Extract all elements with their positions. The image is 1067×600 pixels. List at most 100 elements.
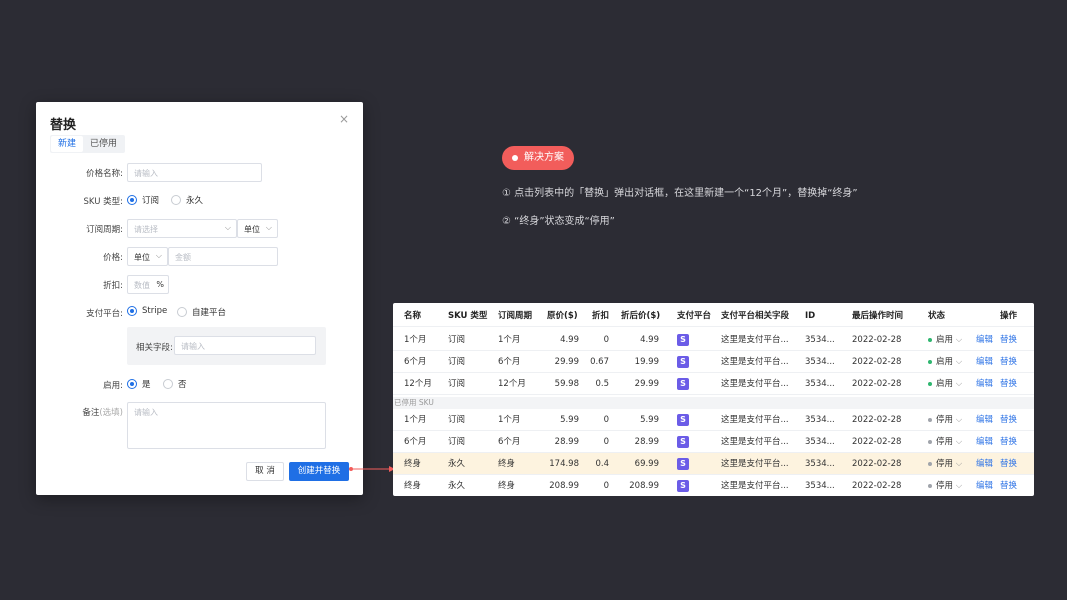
stripe-logo: S xyxy=(677,458,689,470)
edit-link[interactable]: 编辑 xyxy=(976,409,993,431)
tab-new[interactable]: 新建 xyxy=(51,136,84,152)
header-period: 订阅周期 xyxy=(498,311,533,321)
status-dot-icon xyxy=(928,359,932,364)
create-and-replace-button[interactable]: 创建并替换 xyxy=(289,462,349,481)
status-text: 启用 xyxy=(936,379,954,389)
replace-link[interactable]: 替换 xyxy=(1000,329,1017,351)
price-label: 价格: xyxy=(103,253,123,263)
replace-link[interactable]: 替换 xyxy=(1000,453,1017,475)
disabled-section-bar: 已停用 SKU xyxy=(393,397,1034,409)
edit-link[interactable]: 编辑 xyxy=(976,351,993,373)
header-discount: 折扣 xyxy=(592,311,610,321)
status-text: 停用 xyxy=(936,481,954,491)
cell-id: 3534... xyxy=(805,357,835,367)
replace-link[interactable]: 替换 xyxy=(1000,351,1017,373)
sku-type-option-permanent: 永久 xyxy=(186,196,204,206)
cancel-button[interactable]: 取 消 xyxy=(246,462,284,481)
cell-type: 订阅 xyxy=(448,437,466,447)
cell-id: 3534... xyxy=(805,379,835,389)
stripe-logo: S xyxy=(677,378,689,390)
replace-link[interactable]: 替换 xyxy=(1000,409,1017,431)
status-dropdown[interactable]: 停用 ⌵ xyxy=(928,475,962,496)
radio-checked-icon xyxy=(127,379,137,389)
cell-period: 1个月 xyxy=(498,335,521,345)
dialog-tabs: 新建 已停用 xyxy=(50,135,126,153)
close-icon[interactable]: × xyxy=(339,112,349,126)
cell-discount: 0.4 xyxy=(595,459,609,469)
cell-time: 2022-02-28 xyxy=(852,415,902,425)
chevron-down-icon: ⌵ xyxy=(265,223,272,232)
cell-time: 2022-02-28 xyxy=(852,335,902,345)
cell-type: 订阅 xyxy=(448,415,466,425)
price-amount-input[interactable]: 金额 xyxy=(168,247,278,266)
cell-price: 29.99 xyxy=(554,357,579,367)
sku-type-label: SKU 类型: xyxy=(83,197,123,207)
cell-discount: 0 xyxy=(603,437,609,447)
table-row: 1个月 订阅 1个月 5.99 0 5.99 这里是支付平台... 3534... 2022-0… xyxy=(393,409,1034,431)
platform-label: 支付平台: xyxy=(86,309,123,319)
related-field-input[interactable]: 请输入 xyxy=(174,336,316,355)
cell-price: 4.99 xyxy=(560,335,579,345)
cell-time: 2022-02-28 xyxy=(852,459,902,469)
edit-link[interactable]: 编辑 xyxy=(976,453,993,475)
solution-tag: 解决方案 xyxy=(502,146,574,170)
status-dropdown[interactable]: 启用 ⌵ xyxy=(928,351,962,373)
status-text: 停用 xyxy=(936,437,954,447)
sku-type-radio-permanent[interactable]: 永久 xyxy=(171,194,203,206)
header-id: ID xyxy=(805,311,816,321)
edit-link[interactable]: 编辑 xyxy=(976,373,993,395)
edit-link[interactable]: 编辑 xyxy=(976,475,993,496)
header-final-price: 折后价($) xyxy=(621,311,661,321)
header-platform: 支付平台 xyxy=(677,311,712,321)
platform-radio-self[interactable]: 自建平台 xyxy=(177,306,226,318)
cell-price: 59.98 xyxy=(554,379,579,389)
connector-arrow xyxy=(349,466,395,472)
enabled-radio-no[interactable]: 否 xyxy=(163,378,187,390)
status-dot-icon xyxy=(928,439,932,444)
status-dropdown[interactable]: 停用 ⌵ xyxy=(928,453,962,475)
cell-price: 28.99 xyxy=(554,437,579,447)
sku-type-radio-subscribe[interactable]: 订阅 xyxy=(127,194,159,206)
edit-link[interactable]: 编辑 xyxy=(976,329,993,351)
radio-unchecked-icon xyxy=(163,379,173,389)
price-name-input[interactable]: 请输入 xyxy=(127,163,262,182)
replace-link[interactable]: 替换 xyxy=(1000,373,1017,395)
table-row: 1个月 订阅 1个月 4.99 0 4.99 这里是支付平台... 3534... 2022-0… xyxy=(393,329,1034,351)
status-dot-icon xyxy=(928,461,932,466)
header-last-time: 最后操作时间 xyxy=(852,311,904,321)
status-dot-icon xyxy=(928,337,932,342)
cell-time: 2022-02-28 xyxy=(852,357,902,367)
status-dropdown[interactable]: 启用 ⌵ xyxy=(928,373,962,395)
replace-link[interactable]: 替换 xyxy=(1000,475,1017,496)
cell-type: 订阅 xyxy=(448,357,466,367)
status-dropdown[interactable]: 启用 ⌵ xyxy=(928,329,962,351)
enabled-radio-yes[interactable]: 是 xyxy=(127,378,151,390)
table-row: 12个月 订阅 12个月 59.98 0.5 29.99 这里是支付平台... 3534...… xyxy=(393,373,1034,395)
period-unit-select[interactable]: 单位 ⌵ xyxy=(237,219,278,238)
cell-type: 永久 xyxy=(448,459,466,469)
cell-field: 这里是支付平台... xyxy=(721,357,789,367)
status-text: 启用 xyxy=(936,335,954,345)
cell-name: 1个月 xyxy=(404,415,427,425)
discount-suffix: % xyxy=(156,280,164,289)
radio-checked-icon xyxy=(127,195,137,205)
period-placeholder: 请选择 xyxy=(134,225,158,234)
cell-discount: 0 xyxy=(603,481,609,491)
tab-disabled[interactable]: 已停用 xyxy=(83,136,124,152)
period-select[interactable]: 请选择 ⌵ xyxy=(127,219,237,238)
edit-link[interactable]: 编辑 xyxy=(976,431,993,453)
discount-input[interactable]: 数值 % xyxy=(127,275,169,294)
price-unit-select[interactable]: 单位 ⌵ xyxy=(127,247,168,266)
radio-unchecked-icon xyxy=(171,195,181,205)
replace-link[interactable]: 替换 xyxy=(1000,431,1017,453)
cell-period: 1个月 xyxy=(498,415,521,425)
status-dropdown[interactable]: 停用 ⌵ xyxy=(928,431,962,453)
remark-textarea[interactable]: 请输入 xyxy=(127,402,326,449)
status-dropdown[interactable]: 停用 ⌵ xyxy=(928,409,962,431)
related-field-panel: 相关字段: 请输入 xyxy=(127,327,326,365)
cell-type: 永久 xyxy=(448,481,466,491)
platform-radio-stripe[interactable]: Stripe xyxy=(127,306,167,316)
stripe-icon: S xyxy=(677,373,689,395)
table-header: 名称 SKU 类型 订阅周期 原价($) 折扣 折后价($) 支付平台 支付平台… xyxy=(393,305,1034,327)
table-row: 终身 永久 终身 208.99 0 208.99 这里是支付平台... 3534... 2022… xyxy=(393,475,1034,496)
